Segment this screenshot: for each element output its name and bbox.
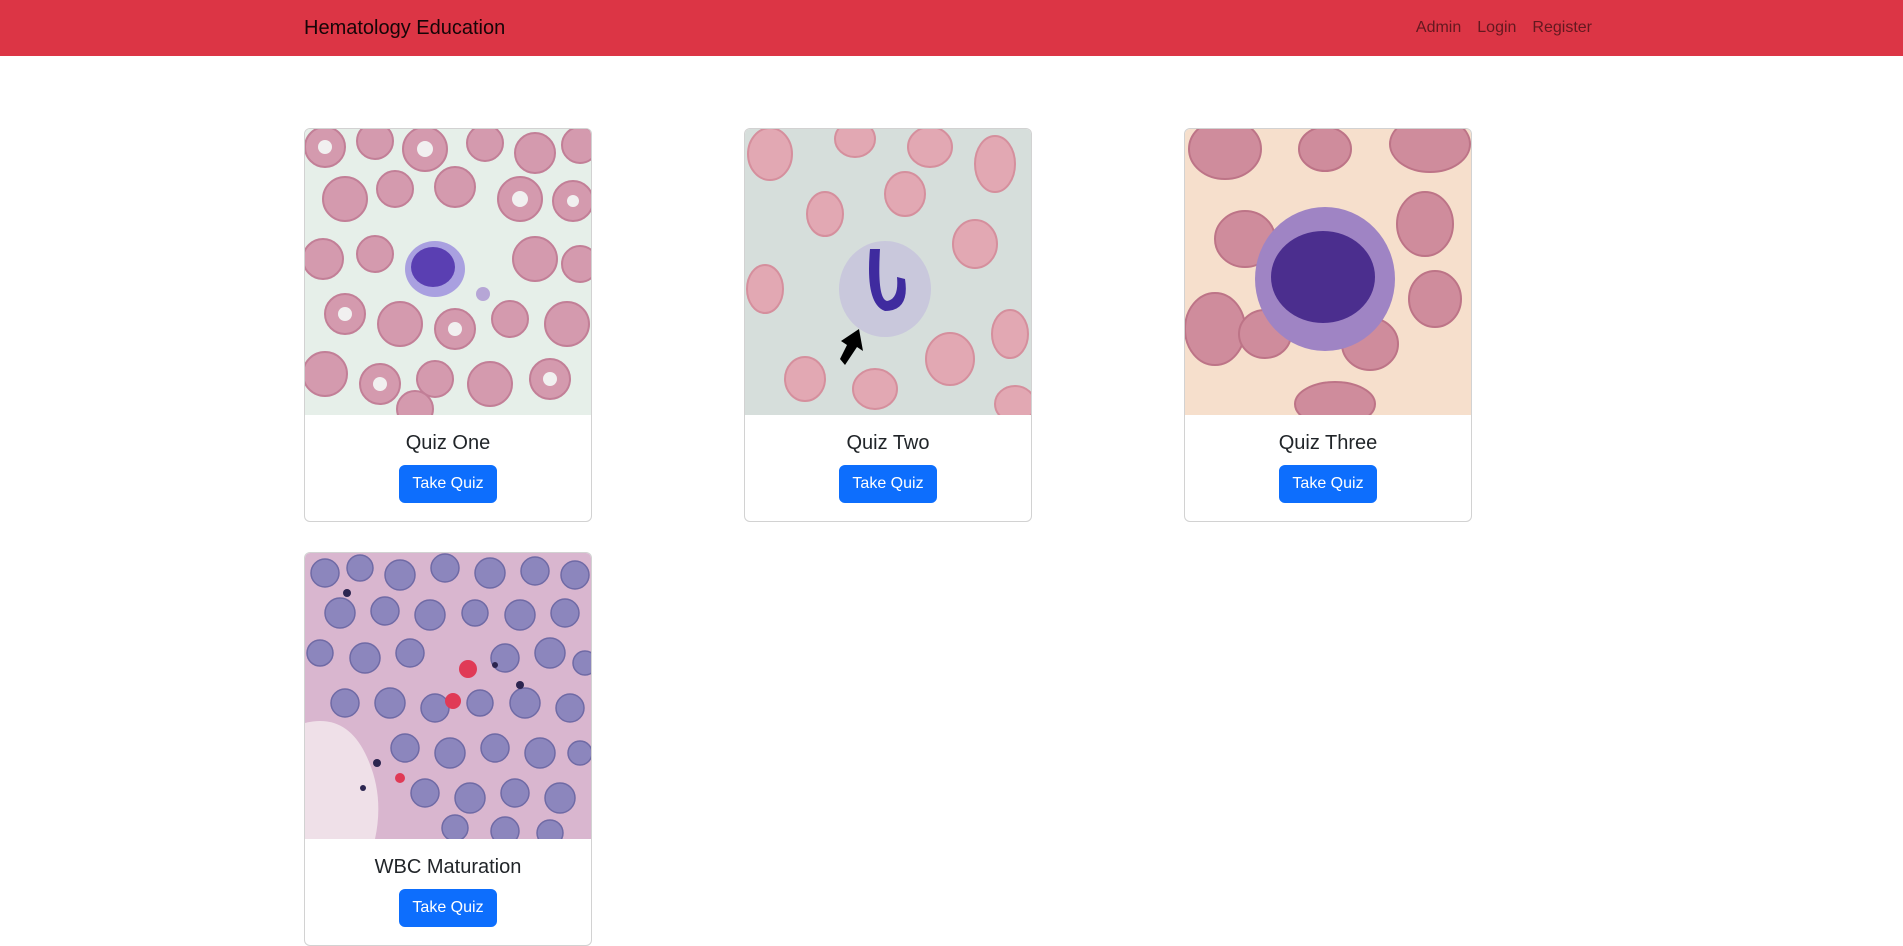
quiz-title: Quiz One xyxy=(405,432,491,454)
nav-link-login[interactable]: Login xyxy=(1469,17,1524,39)
nav-links: Admin Login Register xyxy=(1408,17,1592,39)
quiz-image xyxy=(1185,129,1471,415)
quiz-card: Quiz Two Take Quiz xyxy=(744,128,1032,522)
take-quiz-button[interactable]: Take Quiz xyxy=(1279,465,1377,503)
quiz-card: Quiz One Take Quiz xyxy=(304,128,592,522)
quiz-image xyxy=(745,129,1031,415)
nav-link-register[interactable]: Register xyxy=(1524,17,1592,39)
card-body: Quiz One Take Quiz xyxy=(305,415,591,521)
quiz-title: WBC Maturation xyxy=(374,856,522,878)
take-quiz-button[interactable]: Take Quiz xyxy=(399,889,497,927)
take-quiz-button[interactable]: Take Quiz xyxy=(839,465,937,503)
navbar: Hematology Education Admin Login Registe… xyxy=(0,0,1903,56)
nav-link-admin[interactable]: Admin xyxy=(1408,17,1469,39)
quiz-card: WBC Maturation Take Quiz xyxy=(304,552,592,946)
quiz-title: Quiz Three xyxy=(1278,432,1378,454)
quiz-image xyxy=(305,553,591,839)
quiz-title: Quiz Two xyxy=(846,432,930,454)
brand-link[interactable]: Hematology Education xyxy=(304,14,505,42)
quiz-image xyxy=(305,129,591,415)
quiz-card: Quiz Three Take Quiz xyxy=(1184,128,1472,522)
card-body: Quiz Two Take Quiz xyxy=(745,415,1031,521)
take-quiz-button[interactable]: Take Quiz xyxy=(399,465,497,503)
card-body: WBC Maturation Take Quiz xyxy=(305,839,591,945)
card-body: Quiz Three Take Quiz xyxy=(1185,415,1471,521)
